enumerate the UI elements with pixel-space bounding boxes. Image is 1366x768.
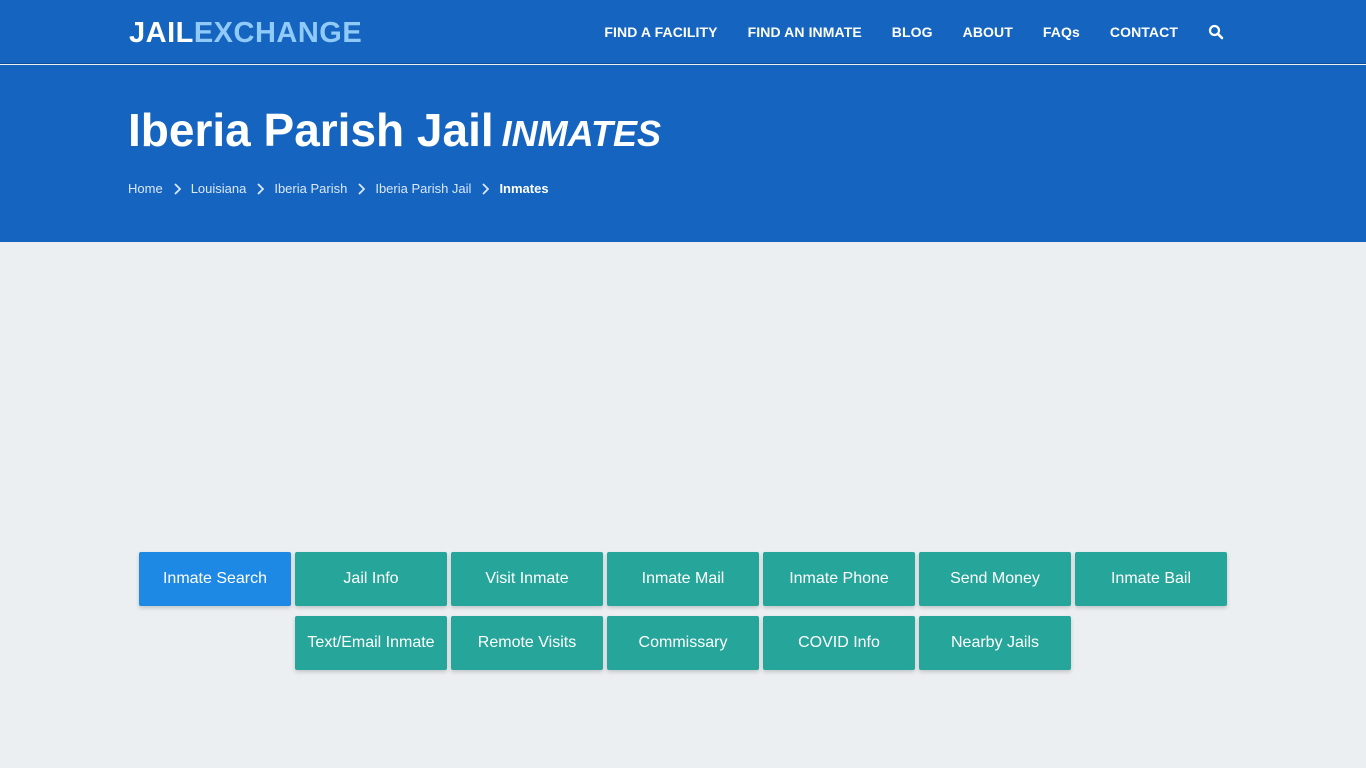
logo-text-jail: JAIL bbox=[129, 17, 194, 49]
breadcrumb: Home Louisiana Iberia Parish Iberia Pari… bbox=[128, 181, 549, 196]
visit-inmate-button[interactable]: Visit Inmate bbox=[451, 552, 603, 606]
nav-find-inmate[interactable]: FIND AN INMATE bbox=[748, 24, 862, 40]
commissary-button[interactable]: Commissary bbox=[607, 616, 759, 670]
page-title-main: Iberia Parish Jail bbox=[128, 104, 494, 156]
inmate-search-button[interactable]: Inmate Search bbox=[139, 552, 291, 606]
breadcrumb-facility[interactable]: Iberia Parish Jail bbox=[375, 181, 471, 196]
top-navbar: JAILEXCHANGE FIND A FACILITY FIND AN INM… bbox=[0, 0, 1366, 64]
breadcrumb-county[interactable]: Iberia Parish bbox=[274, 181, 347, 196]
covid-info-button[interactable]: COVID Info bbox=[763, 616, 915, 670]
hero-banner: Iberia Parish Jail INMATES Home Louisiana… bbox=[0, 65, 1366, 242]
remote-visits-button[interactable]: Remote Visits bbox=[451, 616, 603, 670]
main-nav: FIND A FACILITY FIND AN INMATE BLOG ABOU… bbox=[574, 0, 1224, 64]
page-title-emphasis: INMATES bbox=[501, 113, 661, 154]
inmate-phone-button[interactable]: Inmate Phone bbox=[763, 552, 915, 606]
chevron-right-icon bbox=[357, 182, 366, 195]
breadcrumb-home[interactable]: Home bbox=[128, 181, 163, 196]
chevron-right-icon bbox=[173, 182, 181, 195]
nav-contact[interactable]: CONTACT bbox=[1110, 24, 1178, 40]
chevron-right-icon bbox=[481, 182, 490, 195]
breadcrumb-state[interactable]: Louisiana bbox=[191, 181, 247, 196]
jail-info-button[interactable]: Jail Info bbox=[295, 552, 447, 606]
logo-text-exchange: EXCHANGE bbox=[193, 17, 363, 49]
text-email-inmate-button[interactable]: Text/Email Inmate bbox=[295, 616, 447, 670]
facility-nav-row-1: Inmate Search Jail Info Visit Inmate Inm… bbox=[0, 552, 1366, 606]
brand-logo[interactable]: JAILEXCHANGE bbox=[129, 16, 362, 50]
chevron-right-icon bbox=[256, 182, 265, 195]
nav-about[interactable]: ABOUT bbox=[963, 24, 1013, 40]
inmate-mail-button[interactable]: Inmate Mail bbox=[607, 552, 759, 606]
facility-nav-row-2: Text/Email Inmate Remote Visits Commissa… bbox=[0, 616, 1366, 670]
nav-faqs[interactable]: FAQs bbox=[1043, 24, 1080, 40]
nearby-jails-button[interactable]: Nearby Jails bbox=[919, 616, 1071, 670]
search-icon[interactable] bbox=[1208, 24, 1224, 40]
inmate-bail-button[interactable]: Inmate Bail bbox=[1075, 552, 1227, 606]
nav-blog[interactable]: BLOG bbox=[892, 24, 933, 40]
nav-find-facility[interactable]: FIND A FACILITY bbox=[604, 24, 717, 40]
breadcrumb-current: Inmates bbox=[499, 181, 549, 196]
page-title: Iberia Parish Jail INMATES bbox=[128, 103, 661, 161]
send-money-button[interactable]: Send Money bbox=[919, 552, 1071, 606]
